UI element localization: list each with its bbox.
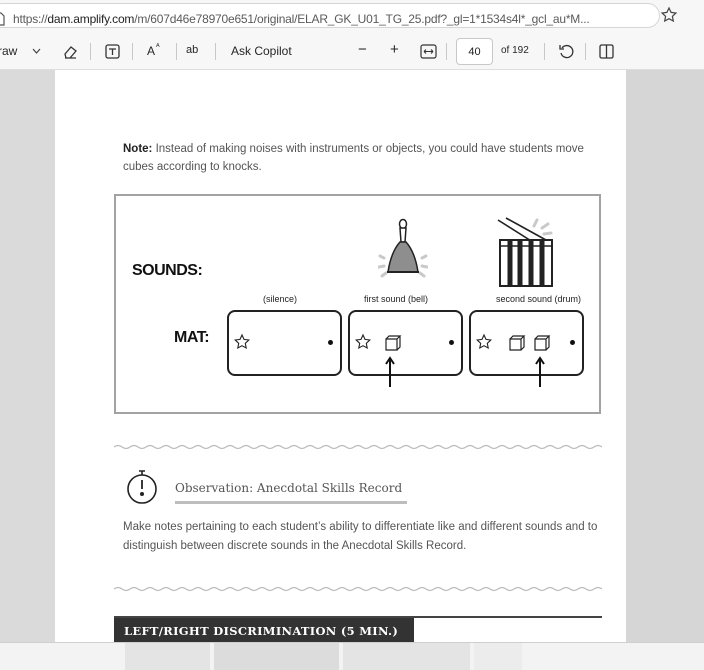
drum-icon [497,217,553,287]
cube-icon [385,335,402,351]
page-number-input[interactable] [456,38,493,65]
address-bar-area: https://dam.amplify.com/m/607d46e78970e6… [0,0,704,33]
mat-dot [328,340,333,345]
silence-caption: (silence) [263,294,298,304]
eraser-icon[interactable] [62,43,79,60]
mat-dot [449,340,454,345]
thumbnail[interactable] [125,643,210,670]
chevron-down-icon[interactable] [32,48,41,55]
cube-icon [534,335,551,351]
star-outline-icon [475,333,493,350]
pdf-toolbar: raw A ᴬ ab Ask Copilot − + of 192 [0,33,704,70]
observation-title: Observation: Anecdotal Skills Record [175,481,403,495]
favorite-star-icon[interactable] [660,6,678,24]
draw-button[interactable]: raw [0,44,17,58]
toolbar-divider [215,43,216,60]
mat-label: MAT: [174,329,210,346]
page-total: of 192 [501,45,529,56]
bell-caption: first sound (bell) [364,294,429,304]
toolbar-divider [90,43,91,60]
url-text[interactable]: https://dam.amplify.com/m/607d46e78970e6… [13,12,590,26]
arrow-up-icon [385,356,395,387]
wavy-divider [114,444,602,450]
sounds-mat-diagram: SOUNDS: MAT: (silence) first sound (bell… [114,194,601,414]
toolbar-divider [132,43,133,60]
pdf-page: Note: Instead of making noises with inst… [55,70,626,642]
arrow-up-icon [535,356,545,387]
drum-caption: second sound (drum) [496,294,582,304]
page-view-icon[interactable] [598,43,615,60]
thumbnail[interactable] [343,643,470,670]
zoom-in-button[interactable]: + [390,41,399,58]
address-bar[interactable]: https://dam.amplify.com/m/607d46e78970e6… [0,3,660,28]
document-icon [0,12,5,26]
rotate-icon[interactable] [558,43,575,60]
bottom-strip [0,642,704,670]
toolbar-divider [585,43,586,60]
pdf-viewer[interactable]: Note: Instead of making noises with inst… [0,70,704,642]
thumbnail[interactable] [214,643,339,670]
star-outline-icon [233,333,251,350]
note-paragraph: Note: Instead of making noises with inst… [123,143,584,173]
wavy-divider [114,586,602,592]
viewer-margin-right [626,70,704,642]
mat-box-silence [227,310,342,376]
observation-paragraph: Make notes pertaining to each student’s … [123,521,598,552]
section-heading: LEFT/RIGHT DISCRIMINATION (5 MIN.) [114,618,414,642]
toolbar-divider [544,43,545,60]
toolbar-divider [446,43,447,60]
star-outline-icon [354,333,372,350]
read-aloud-sup-icon: ᴬ [156,42,160,51]
sounds-label: SOUNDS: [132,262,203,279]
mat-dot [570,340,575,345]
translate-button[interactable]: ab [186,44,198,56]
read-aloud-button[interactable]: A [147,44,155,58]
mat-box-bell [348,310,463,376]
toolbar-divider [176,43,177,60]
stopwatch-icon [127,470,157,504]
cube-icon [509,335,526,351]
ask-copilot-button[interactable]: Ask Copilot [231,44,292,58]
mat-box-drum [469,310,584,376]
viewer-margin-left [0,70,55,642]
zoom-out-button[interactable]: − [358,41,367,58]
text-box-icon[interactable] [104,43,121,60]
fit-page-icon[interactable] [420,44,437,59]
thumbnail[interactable] [474,643,522,670]
bell-icon [378,218,428,278]
observation-underline [175,501,407,504]
